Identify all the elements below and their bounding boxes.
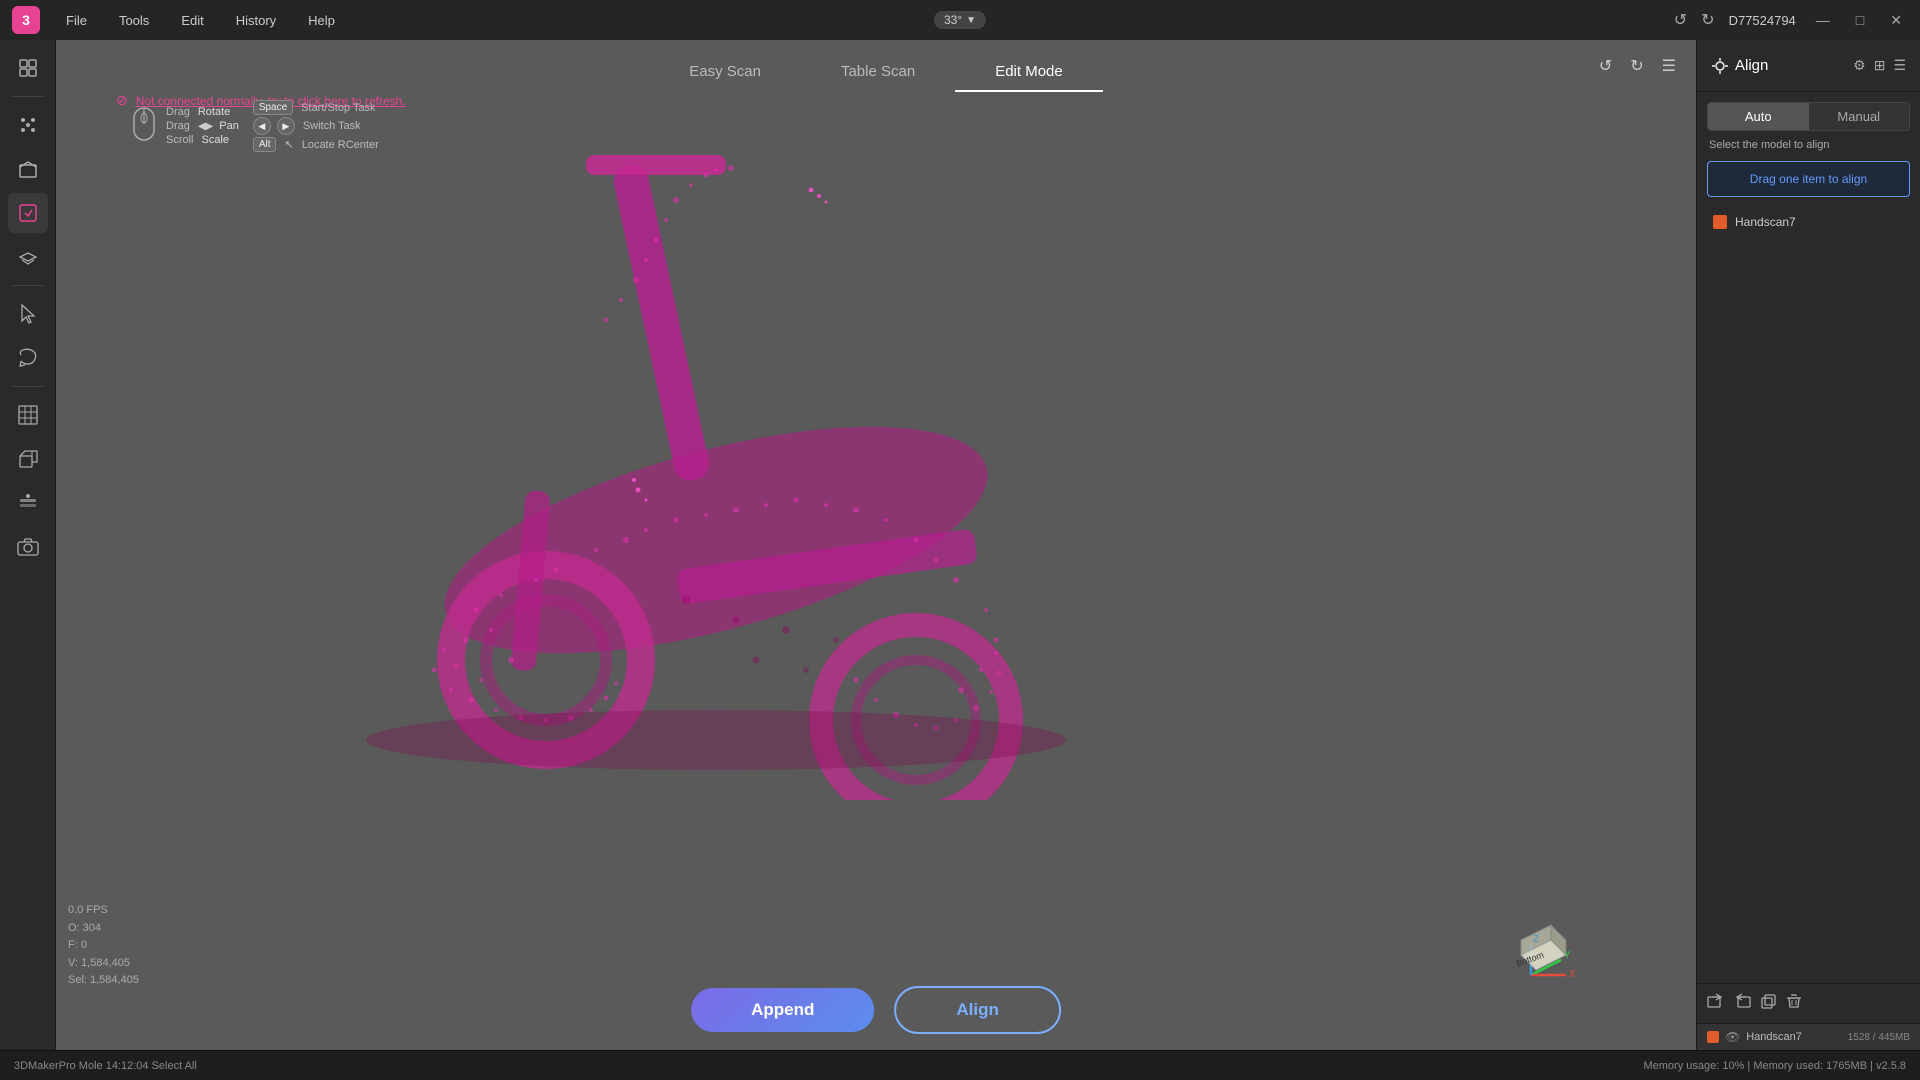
titlebar-center: 33° ▼ [934, 11, 986, 29]
statusbar: 3DMakerPro Mole 14:12:04 Select All Memo… [0, 1050, 1920, 1080]
panel-menu-icon[interactable]: ☰ [1893, 57, 1906, 74]
scan-item-handscan7[interactable]: Handscan7 [1707, 211, 1910, 233]
bottom-buttons: Append Align [691, 986, 1061, 1034]
obj-name-label: Handscan7 [1746, 1031, 1842, 1043]
orientation-cube-svg: Bottom Y X Z [1486, 900, 1576, 990]
menu-history[interactable]: History [230, 11, 282, 30]
align-button[interactable]: Align [894, 986, 1061, 1034]
right-panel-icons: ⚙ ⊞ ☰ [1853, 57, 1906, 74]
right-panel-header: Align ⚙ ⊞ ☰ [1697, 40, 1920, 92]
f-stat: F: 0 [68, 937, 139, 955]
titlebar-right: ↺ ↻ D77524794 — □ ✕ [1674, 10, 1908, 31]
app-logo: 3 [12, 6, 40, 34]
spacer [1697, 241, 1920, 983]
chevron-down-icon: ▼ [966, 15, 976, 26]
toolbar-lasso[interactable] [8, 338, 48, 378]
close-button[interactable]: ✕ [1884, 10, 1908, 31]
export-right-button[interactable] [1733, 992, 1751, 1015]
select-label: Select the model to align [1697, 131, 1920, 155]
mouse-icon [126, 104, 162, 148]
toolbar-divider-1 [12, 96, 44, 97]
mode-toggle: Auto Manual [1707, 102, 1910, 131]
delete-button[interactable] [1785, 992, 1803, 1015]
tab-easy-scan[interactable]: Easy Scan [649, 53, 801, 92]
export-left-button[interactable] [1707, 992, 1725, 1015]
menu-tools[interactable]: Tools [113, 11, 155, 30]
menu-file[interactable]: File [60, 11, 93, 30]
statusbar-left: 3DMakerPro Mole 14:12:04 Select All [14, 1060, 197, 1072]
sync-icon[interactable]: ↻ [1701, 10, 1714, 30]
menu-help[interactable]: Help [302, 11, 341, 30]
degree-value: 33° [944, 13, 962, 27]
toolbar-points[interactable] [8, 105, 48, 145]
kbd-hint-rotate: DragRotate Drag◀▶Pan ScrollScale SpaceSt… [126, 100, 379, 152]
copy-button[interactable] [1759, 992, 1777, 1015]
svg-text:Z: Z [1533, 934, 1539, 945]
viewport[interactable]: Easy Scan Table Scan Edit Mode ⊘ Not con… [56, 40, 1696, 1050]
toolbar-divider-3 [12, 386, 44, 387]
scan-item-color [1713, 215, 1727, 229]
toolbar-layers-2[interactable] [8, 483, 48, 523]
scan-list: Handscan7 [1697, 203, 1920, 241]
toolbar-cube[interactable] [8, 439, 48, 479]
minimize-button[interactable]: — [1810, 10, 1836, 30]
sun-icon [1711, 57, 1729, 75]
o-stat: O: 304 [68, 920, 139, 938]
maximize-button[interactable]: □ [1850, 10, 1870, 30]
fps-counter: 0.0 FPS [68, 902, 139, 920]
panel-settings-icon[interactable]: ⚙ [1853, 57, 1866, 74]
tab-table-scan[interactable]: Table Scan [801, 53, 955, 92]
drag-hint-box[interactable]: Drag one item to align [1707, 161, 1910, 197]
viewport-toolbar: ↺ ↻ ☰ [1595, 52, 1680, 80]
toolbar-3d-view[interactable] [8, 149, 48, 189]
device-id: D77524794 [1729, 13, 1796, 28]
align-panel-title: Align [1735, 57, 1768, 74]
statusbar-right: Memory usage: 10% | Memory used: 1765MB … [1643, 1060, 1906, 1072]
tab-bar: Easy Scan Table Scan Edit Mode [56, 40, 1696, 92]
manual-mode-button[interactable]: Manual [1809, 103, 1910, 130]
menu-dots-button[interactable]: ☰ [1658, 52, 1680, 80]
redo-button[interactable]: ↻ [1626, 52, 1647, 80]
scan-item-name: Handscan7 [1735, 215, 1796, 229]
right-panel-actions [1697, 983, 1920, 1023]
visibility-toggle[interactable]: 👁 [1725, 1030, 1740, 1044]
auto-mode-button[interactable]: Auto [1708, 103, 1809, 130]
toolbar-scan-active[interactable] [8, 193, 48, 233]
degree-badge[interactable]: 33° ▼ [934, 11, 986, 29]
toolbar-home[interactable] [8, 48, 48, 88]
object-list-panel: 👁 Handscan7 1528 / 445MB [1697, 1023, 1920, 1050]
bottom-stats: 0.0 FPS O: 304 F: 0 V: 1,584,405 Sel: 1,… [68, 902, 139, 990]
svg-text:X: X [1569, 969, 1576, 980]
svg-text:Y: Y [1564, 950, 1571, 961]
menu-edit[interactable]: Edit [175, 11, 209, 30]
obj-stats-label: 1528 / 445MB [1848, 1032, 1910, 1043]
toolbar-divider-2 [12, 285, 44, 286]
main-layout: Easy Scan Table Scan Edit Mode ⊘ Not con… [0, 40, 1920, 1050]
right-panel: Align ⚙ ⊞ ☰ Auto Manual Select the model… [1696, 40, 1920, 1050]
keyboard-hints: DragRotate Drag◀▶Pan ScrollScale SpaceSt… [126, 100, 379, 152]
status-app-info: 3DMakerPro Mole 14:12:04 Select All [14, 1060, 197, 1072]
orientation-cube[interactable]: Bottom Y X Z [1486, 900, 1576, 990]
sel-stat: Sel: 1,584,405 [68, 972, 139, 990]
toolbar-grid[interactable] [8, 395, 48, 435]
panel-expand-icon[interactable]: ⊞ [1874, 57, 1886, 74]
append-button[interactable]: Append [691, 988, 874, 1032]
scooter-3d-model[interactable] [336, 120, 1096, 800]
left-toolbar [0, 40, 56, 1050]
refresh-icon[interactable]: ↺ [1674, 10, 1687, 30]
v-stat: V: 1,584,405 [68, 955, 139, 973]
undo-button[interactable]: ↺ [1595, 52, 1616, 80]
object-row-handscan7[interactable]: 👁 Handscan7 1528 / 445MB [1697, 1024, 1920, 1050]
toolbar-select[interactable] [8, 294, 48, 334]
scooter-svg [336, 120, 1096, 800]
align-title: Align [1711, 57, 1768, 75]
tab-edit-mode[interactable]: Edit Mode [955, 53, 1103, 92]
obj-color-indicator [1707, 1031, 1719, 1043]
toolbar-camera[interactable] [8, 527, 48, 567]
titlebar: 3 File Tools Edit History Help 33° ▼ ↺ ↻… [0, 0, 1920, 40]
toolbar-layers[interactable] [8, 237, 48, 277]
